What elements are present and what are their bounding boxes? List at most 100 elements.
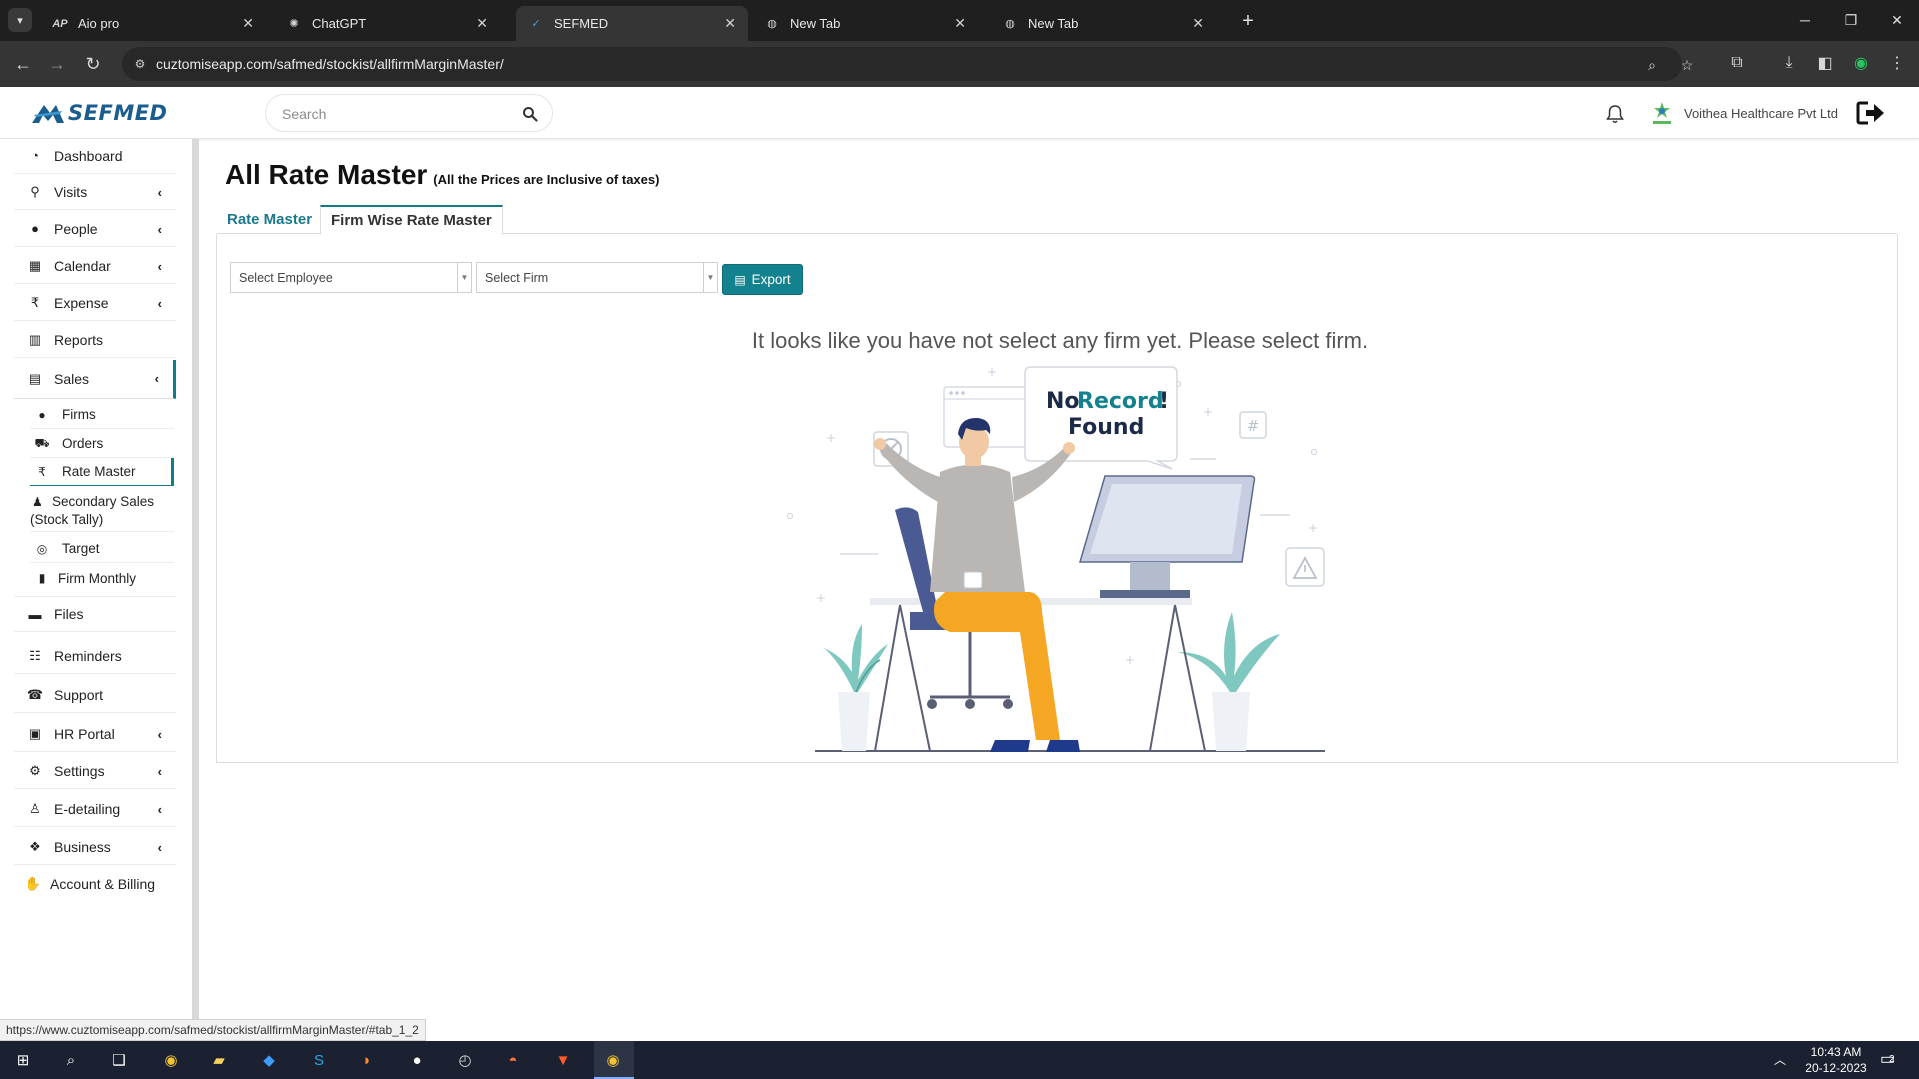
svg-text:+: + xyxy=(826,431,836,445)
forward-arrow-icon[interactable]: → xyxy=(44,51,70,77)
sidebar-item-files[interactable]: ▬ Files xyxy=(14,596,176,632)
notification-bell-icon[interactable] xyxy=(1604,103,1626,125)
sidebar-item-e-detailing[interactable]: ♙ E-detailing ‹ xyxy=(14,791,176,827)
new-tab-plus-icon[interactable]: + xyxy=(1235,8,1261,34)
search-input[interactable] xyxy=(282,104,512,124)
sidebar-subitem-target[interactable]: ◎ Target xyxy=(30,535,174,563)
sidebar-subitem-secondary-sales[interactable]: ♟ Secondary Sales (Stock Tally) xyxy=(30,493,174,532)
dashboard-icon: ◔ xyxy=(31,148,39,163)
billing-icon: ✋ xyxy=(24,876,42,891)
restore-window-icon[interactable]: ❐ xyxy=(1836,6,1866,34)
page-title: All Rate Master xyxy=(225,159,428,190)
chrome-active-taskbar-icon[interactable]: ◉ xyxy=(600,1047,626,1073)
sidebar-item-reminders[interactable]: ☷ Reminders xyxy=(14,638,176,674)
extensions-icon[interactable]: ⧉ xyxy=(1724,50,1750,76)
minimize-window-icon[interactable]: ─ xyxy=(1790,6,1820,34)
taskbar-search-icon[interactable]: ⌕ xyxy=(58,1047,84,1073)
site-info-icon[interactable]: ⚙ xyxy=(132,56,148,72)
address-bar[interactable]: ⚙ cuztomiseapp.com/safmed/stockist/allfi… xyxy=(122,47,1693,81)
reload-icon[interactable]: ↻ xyxy=(80,51,106,77)
browser-tab-chatgpt[interactable]: ✺ ChatGPT ✕ xyxy=(274,6,500,41)
search-field[interactable] xyxy=(265,94,553,132)
sidebar-item-support[interactable]: ☎ Support xyxy=(14,677,176,713)
skype-icon[interactable]: S xyxy=(306,1047,332,1073)
close-tab-icon[interactable]: ✕ xyxy=(242,15,254,32)
file-explorer-icon[interactable]: ▰ xyxy=(206,1047,232,1073)
profile-extension-icon[interactable]: ◉ xyxy=(1848,50,1874,76)
sidebar-item-dashboard[interactable]: ◔ Dashboard xyxy=(14,138,176,174)
browser-tab-sefmed[interactable]: ✓ SEFMED ✕ xyxy=(516,6,748,41)
chevron-left-icon: ‹ xyxy=(157,802,162,817)
windows-start-icon[interactable]: ⊞ xyxy=(10,1047,36,1073)
sidebar-item-people[interactable]: ● People ‹ xyxy=(14,211,176,247)
sidebar-item-label: Calendar xyxy=(54,257,111,274)
brave-icon[interactable]: ▼ xyxy=(550,1047,576,1073)
task-view-icon[interactable]: ❑ xyxy=(106,1047,132,1073)
logout-icon[interactable] xyxy=(1856,100,1886,126)
close-tab-icon[interactable]: ✕ xyxy=(954,15,966,32)
sidebar-item-label: Visits xyxy=(54,183,88,200)
sidebar-item-settings[interactable]: ⚙ Settings ‹ xyxy=(14,753,176,789)
windows-taskbar xyxy=(0,1041,1919,1079)
sidebar-item-expense[interactable]: ₹ Expense ‹ xyxy=(14,285,176,321)
url-text[interactable]: cuztomiseapp.com/safmed/stockist/allfirm… xyxy=(156,56,504,72)
employee-select[interactable]: Select Employee ▼ xyxy=(230,262,472,293)
sidebar-item-label: Account & Billing xyxy=(50,876,156,892)
browser-tab-new-2[interactable]: ◍ New Tab ✕ xyxy=(990,6,1216,41)
sidebar-item-business[interactable]: ❖ Business ‹ xyxy=(14,829,176,865)
chevron-left-icon: ‹ xyxy=(154,371,159,386)
sidebar-item-reports[interactable]: ▥ Reports xyxy=(14,322,176,358)
sefmed-logo[interactable]: SEFMED xyxy=(30,100,168,126)
clock-app-icon[interactable]: ◴ xyxy=(452,1047,478,1073)
chevron-left-icon: ‹ xyxy=(157,727,162,742)
sidebar-subitem-firms[interactable]: ● Firms xyxy=(30,401,174,429)
zoom-icon[interactable]: ⌕ xyxy=(1642,55,1662,75)
sefmed-favicon: ✓ xyxy=(531,18,541,30)
bookmark-star-icon[interactable]: ☆ xyxy=(1677,55,1697,75)
chrome-taskbar-icon[interactable]: ◉ xyxy=(158,1047,184,1073)
search-icon[interactable] xyxy=(522,106,538,122)
clock-date: 20-12-2023 xyxy=(1805,1061,1867,1075)
browser-tab-aio-pro[interactable]: AP Aio pro ✕ xyxy=(40,6,266,41)
firm-select[interactable]: Select Firm ▼ xyxy=(476,262,718,293)
chevron-left-icon: ‹ xyxy=(157,222,162,237)
sidebar-subitem-firm-monthly[interactable]: ▮ Firm Monthly xyxy=(30,564,174,592)
download-icon[interactable]: ⤓ xyxy=(1776,50,1802,76)
company-name[interactable]: Voithea Healthcare Pvt Ltd xyxy=(1684,106,1838,121)
browser-tab-new-1[interactable]: ◍ New Tab ✕ xyxy=(752,6,978,41)
tab-firm-wise-rate-master[interactable]: Firm Wise Rate Master xyxy=(320,205,503,235)
tray-chevron-up-icon[interactable]: ︿ xyxy=(1774,1051,1786,1068)
illustration-text-bang: ! xyxy=(1159,389,1169,414)
sidebar-scrollbar[interactable] xyxy=(192,139,199,1041)
vscode-icon[interactable]: ◆ xyxy=(256,1047,282,1073)
close-tab-icon[interactable]: ✕ xyxy=(724,15,736,32)
sidebar-item-visits[interactable]: ⚲ Visits ‹ xyxy=(14,174,176,210)
sidebar-item-calendar[interactable]: ▦ Calendar ‹ xyxy=(14,248,176,284)
sublime-text-icon[interactable]: ◗ xyxy=(354,1047,380,1073)
side-panel-icon[interactable]: ◧ xyxy=(1812,50,1838,76)
export-button[interactable]: ▤ Export xyxy=(722,264,803,295)
tab-search-chevron-icon[interactable]: ▾ xyxy=(8,8,32,32)
notification-center-icon[interactable]: 2 ▭ xyxy=(1880,1049,1902,1071)
sidebar-item-hr-portal[interactable]: ▣ HR Portal ‹ xyxy=(14,716,176,752)
close-tab-icon[interactable]: ✕ xyxy=(1192,15,1204,32)
brand-name: SEFMED xyxy=(68,101,168,125)
sidebar-subitem-orders[interactable]: ⛟ Orders xyxy=(30,430,174,458)
taskbar-clock[interactable]: 10:43 AM 20-12-2023 xyxy=(1796,1044,1876,1076)
dropdown-arrow-icon: ▼ xyxy=(703,263,717,292)
sidebar-item-label: Expense xyxy=(54,294,109,311)
app-drop-icon[interactable]: ● xyxy=(404,1047,430,1073)
firefox-icon[interactable]: ◓ xyxy=(500,1047,526,1073)
sidebar-item-account-billing[interactable]: ✋ Account & Billing xyxy=(14,866,176,902)
calendar-icon: ▦ xyxy=(28,257,42,273)
close-window-icon[interactable]: ✕ xyxy=(1882,6,1912,34)
more-menu-icon[interactable]: ⋮ xyxy=(1884,50,1910,76)
close-tab-icon[interactable]: ✕ xyxy=(476,15,488,32)
illustration-text-no: No xyxy=(1046,389,1080,414)
sidebar-subitem-rate-master[interactable]: ₹ Rate Master xyxy=(30,458,174,486)
back-arrow-icon[interactable]: ← xyxy=(10,51,36,77)
sidebar-subitem-label: Rate Master xyxy=(62,464,136,479)
tab-rate-master[interactable]: Rate Master xyxy=(217,205,322,234)
sidebar-item-sales[interactable]: ▤ Sales ‹ xyxy=(14,360,176,399)
tab-label: New Tab xyxy=(790,16,841,31)
